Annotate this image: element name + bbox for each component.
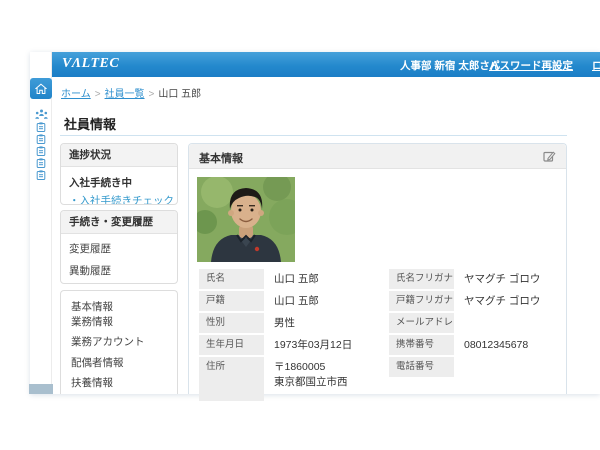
employee-photo [197,177,295,262]
field-value: ヤマグチ ゴロウ [464,291,540,311]
field-label: 電話番号 [389,357,454,377]
section-menu: 基本情報 業務情報 業務アカウント 配偶者情報 扶養情報 [60,290,178,394]
basic-info-panel-title: 基本情報 [199,150,243,166]
password-reset-link[interactable]: パスワード再設定 [489,58,573,73]
breadcrumb-separator: > [95,89,101,100]
breadcrumb-home-link[interactable]: ホーム [61,89,91,100]
document-icon[interactable] [30,134,52,144]
field-label: 携帯番号 [389,335,454,355]
breadcrumb: ホーム>社員一覧>山口 五郎 [61,85,201,100]
field-value: 山口 五郎 [274,269,319,289]
address-line: 東京都国立市西 [274,375,348,390]
field-value: 1973年03月12日 [274,335,352,355]
field-value: 08012345678 [464,335,528,355]
breadcrumb-employee-list-link[interactable]: 社員一覧 [105,89,145,100]
transfer-history-item[interactable]: 異動履歴 [61,256,177,278]
field-label: メールアドレス [389,313,454,333]
logout-link[interactable]: ログアウト [592,58,600,73]
onboarding-check-link[interactable]: ・入社手続きチェック [61,190,177,205]
field-label: 生年月日 [199,335,264,355]
document-icon[interactable] [30,170,52,180]
title-divider [60,135,567,136]
section-item-spouse-info[interactable]: 配偶者情報 [61,353,177,374]
progress-status: 入社手続き中 [61,167,177,190]
section-item-basic-info[interactable]: 基本情報 [61,291,177,312]
sidebar-footer-block [29,384,53,394]
history-panel-title: 手続き・変更履歴 [61,211,177,234]
home-icon [35,83,47,95]
app-header: VΛLTEC 人事部 新宿 太郎さん パスワード再設定 ログアウト [52,52,600,77]
breadcrumb-current: 山口 五郎 [158,89,201,100]
field-label: 住所 [199,357,264,401]
history-panel: 手続き・変更履歴 変更履歴 異動履歴 [60,210,178,284]
address-postal-code: 〒1860005 [274,360,348,375]
field-label: 氏名フリガナ [389,269,454,289]
section-item-work-account[interactable]: 業務アカウント [61,332,177,353]
basic-info-panel-header: 基本情報 [189,144,566,169]
progress-panel-title: 進捗状況 [61,144,177,167]
edit-icon[interactable] [542,149,556,163]
section-item-dependent-info[interactable]: 扶養情報 [61,373,177,394]
field-label: 戸籍 [199,291,264,311]
field-label: 戸籍フリガナ [389,291,454,311]
document-icon[interactable] [30,158,52,168]
field-label: 氏名 [199,269,264,289]
document-icon[interactable] [30,146,52,156]
breadcrumb-separator: > [149,89,155,100]
field-value: 〒1860005 東京都国立市西 [274,357,348,390]
home-button[interactable] [30,78,52,99]
field-label: 性別 [199,313,264,333]
field-value: 山口 五郎 [274,291,319,311]
document-icon[interactable] [30,122,52,132]
field-value: ヤマグチ ゴロウ [464,269,540,289]
org-icon[interactable] [30,109,52,119]
page-background: VΛLTEC 人事部 新宿 太郎さん パスワード再設定 ログアウト [0,0,600,450]
icon-sidebar [30,52,52,394]
section-item-work-info[interactable]: 業務情報 [61,312,177,333]
basic-info-panel: 基本情報 [188,143,567,394]
page-title: 社員情報 [64,114,116,133]
user-name: 人事部 新宿 太郎さん [400,58,500,73]
field-value: 男性 [274,313,295,333]
change-history-item[interactable]: 変更履歴 [61,234,177,256]
app-window: VΛLTEC 人事部 新宿 太郎さん パスワード再設定 ログアウト [30,52,600,394]
progress-panel: 進捗状況 入社手続き中 ・入社手続きチェック [60,143,178,205]
brand-logo: VΛLTEC [62,56,119,72]
